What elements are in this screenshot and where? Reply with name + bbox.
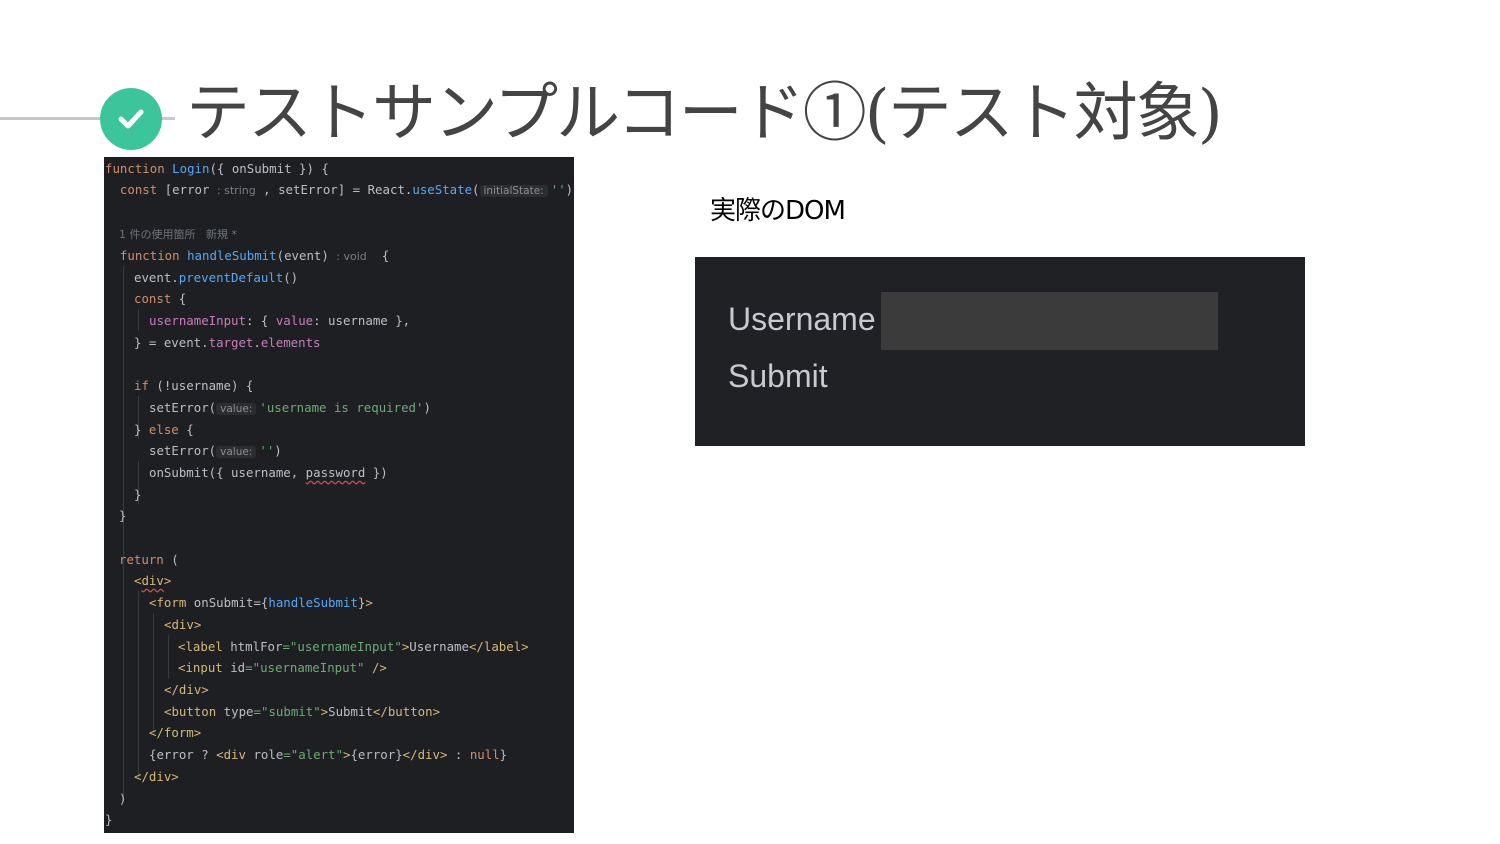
code-line: function handleSubmit(event) : void {	[119, 248, 390, 263]
check-circle-icon	[100, 88, 162, 150]
code-line: <button type="submit">Submit</button>	[164, 704, 441, 719]
code-line: }	[134, 487, 142, 502]
code-line: const [error : string , setError] = Reac…	[119, 182, 574, 197]
code-line: <div>	[134, 573, 172, 588]
code-line: <form onSubmit={handleSubmit}>	[149, 595, 373, 610]
indent-guide	[123, 569, 124, 801]
code-line: <label htmlFor="usernameInput">Username<…	[178, 639, 529, 654]
indent-guide	[138, 591, 139, 779]
code-line: setError(value: '')	[149, 443, 282, 458]
code-line: usernameInput: { value: username },	[149, 313, 411, 328]
code-line: <input id="usernameInput" />	[178, 660, 387, 675]
code-line: } else {	[134, 422, 194, 437]
code-line: )	[119, 791, 127, 806]
username-label: Username	[728, 301, 876, 337]
dom-caption: 実際のDOM	[710, 196, 846, 226]
checkmark-icon	[118, 109, 144, 129]
indent-guide	[153, 613, 154, 734]
code-line: } = event.target.elements	[134, 335, 321, 350]
code-line: function Login({ onSubmit }) {	[105, 161, 329, 176]
code-line: event.preventDefault()	[134, 270, 299, 285]
indent-guide	[138, 309, 139, 331]
code-line: return (	[119, 552, 179, 567]
submit-button[interactable]: Submit	[728, 358, 828, 395]
code-line: }	[105, 812, 113, 827]
code-line: const {	[134, 291, 187, 306]
code-editor: function Login({ onSubmit }) { const [er…	[104, 157, 574, 833]
indent-guide	[168, 635, 169, 678]
code-line: {error ? <div role="alert">{error}</div>…	[149, 747, 508, 762]
code-line: onSubmit({ username, password })	[149, 465, 388, 480]
code-line: if (!username) {	[134, 378, 254, 393]
code-line: }	[119, 508, 127, 523]
code-line: setError(value:'username is required')	[149, 400, 431, 415]
usage-hint: 1 件の使用箇所 新規 *	[119, 228, 237, 241]
slide-title: テストサンプルコード①(テスト対象)	[186, 77, 1223, 151]
code-line: <div>	[164, 617, 202, 632]
username-input[interactable]	[881, 292, 1218, 350]
code-line: </div>	[134, 769, 179, 784]
dom-preview: Username Submit	[695, 257, 1305, 446]
code-line: </form>	[149, 725, 202, 740]
code-line: </div>	[164, 682, 209, 697]
